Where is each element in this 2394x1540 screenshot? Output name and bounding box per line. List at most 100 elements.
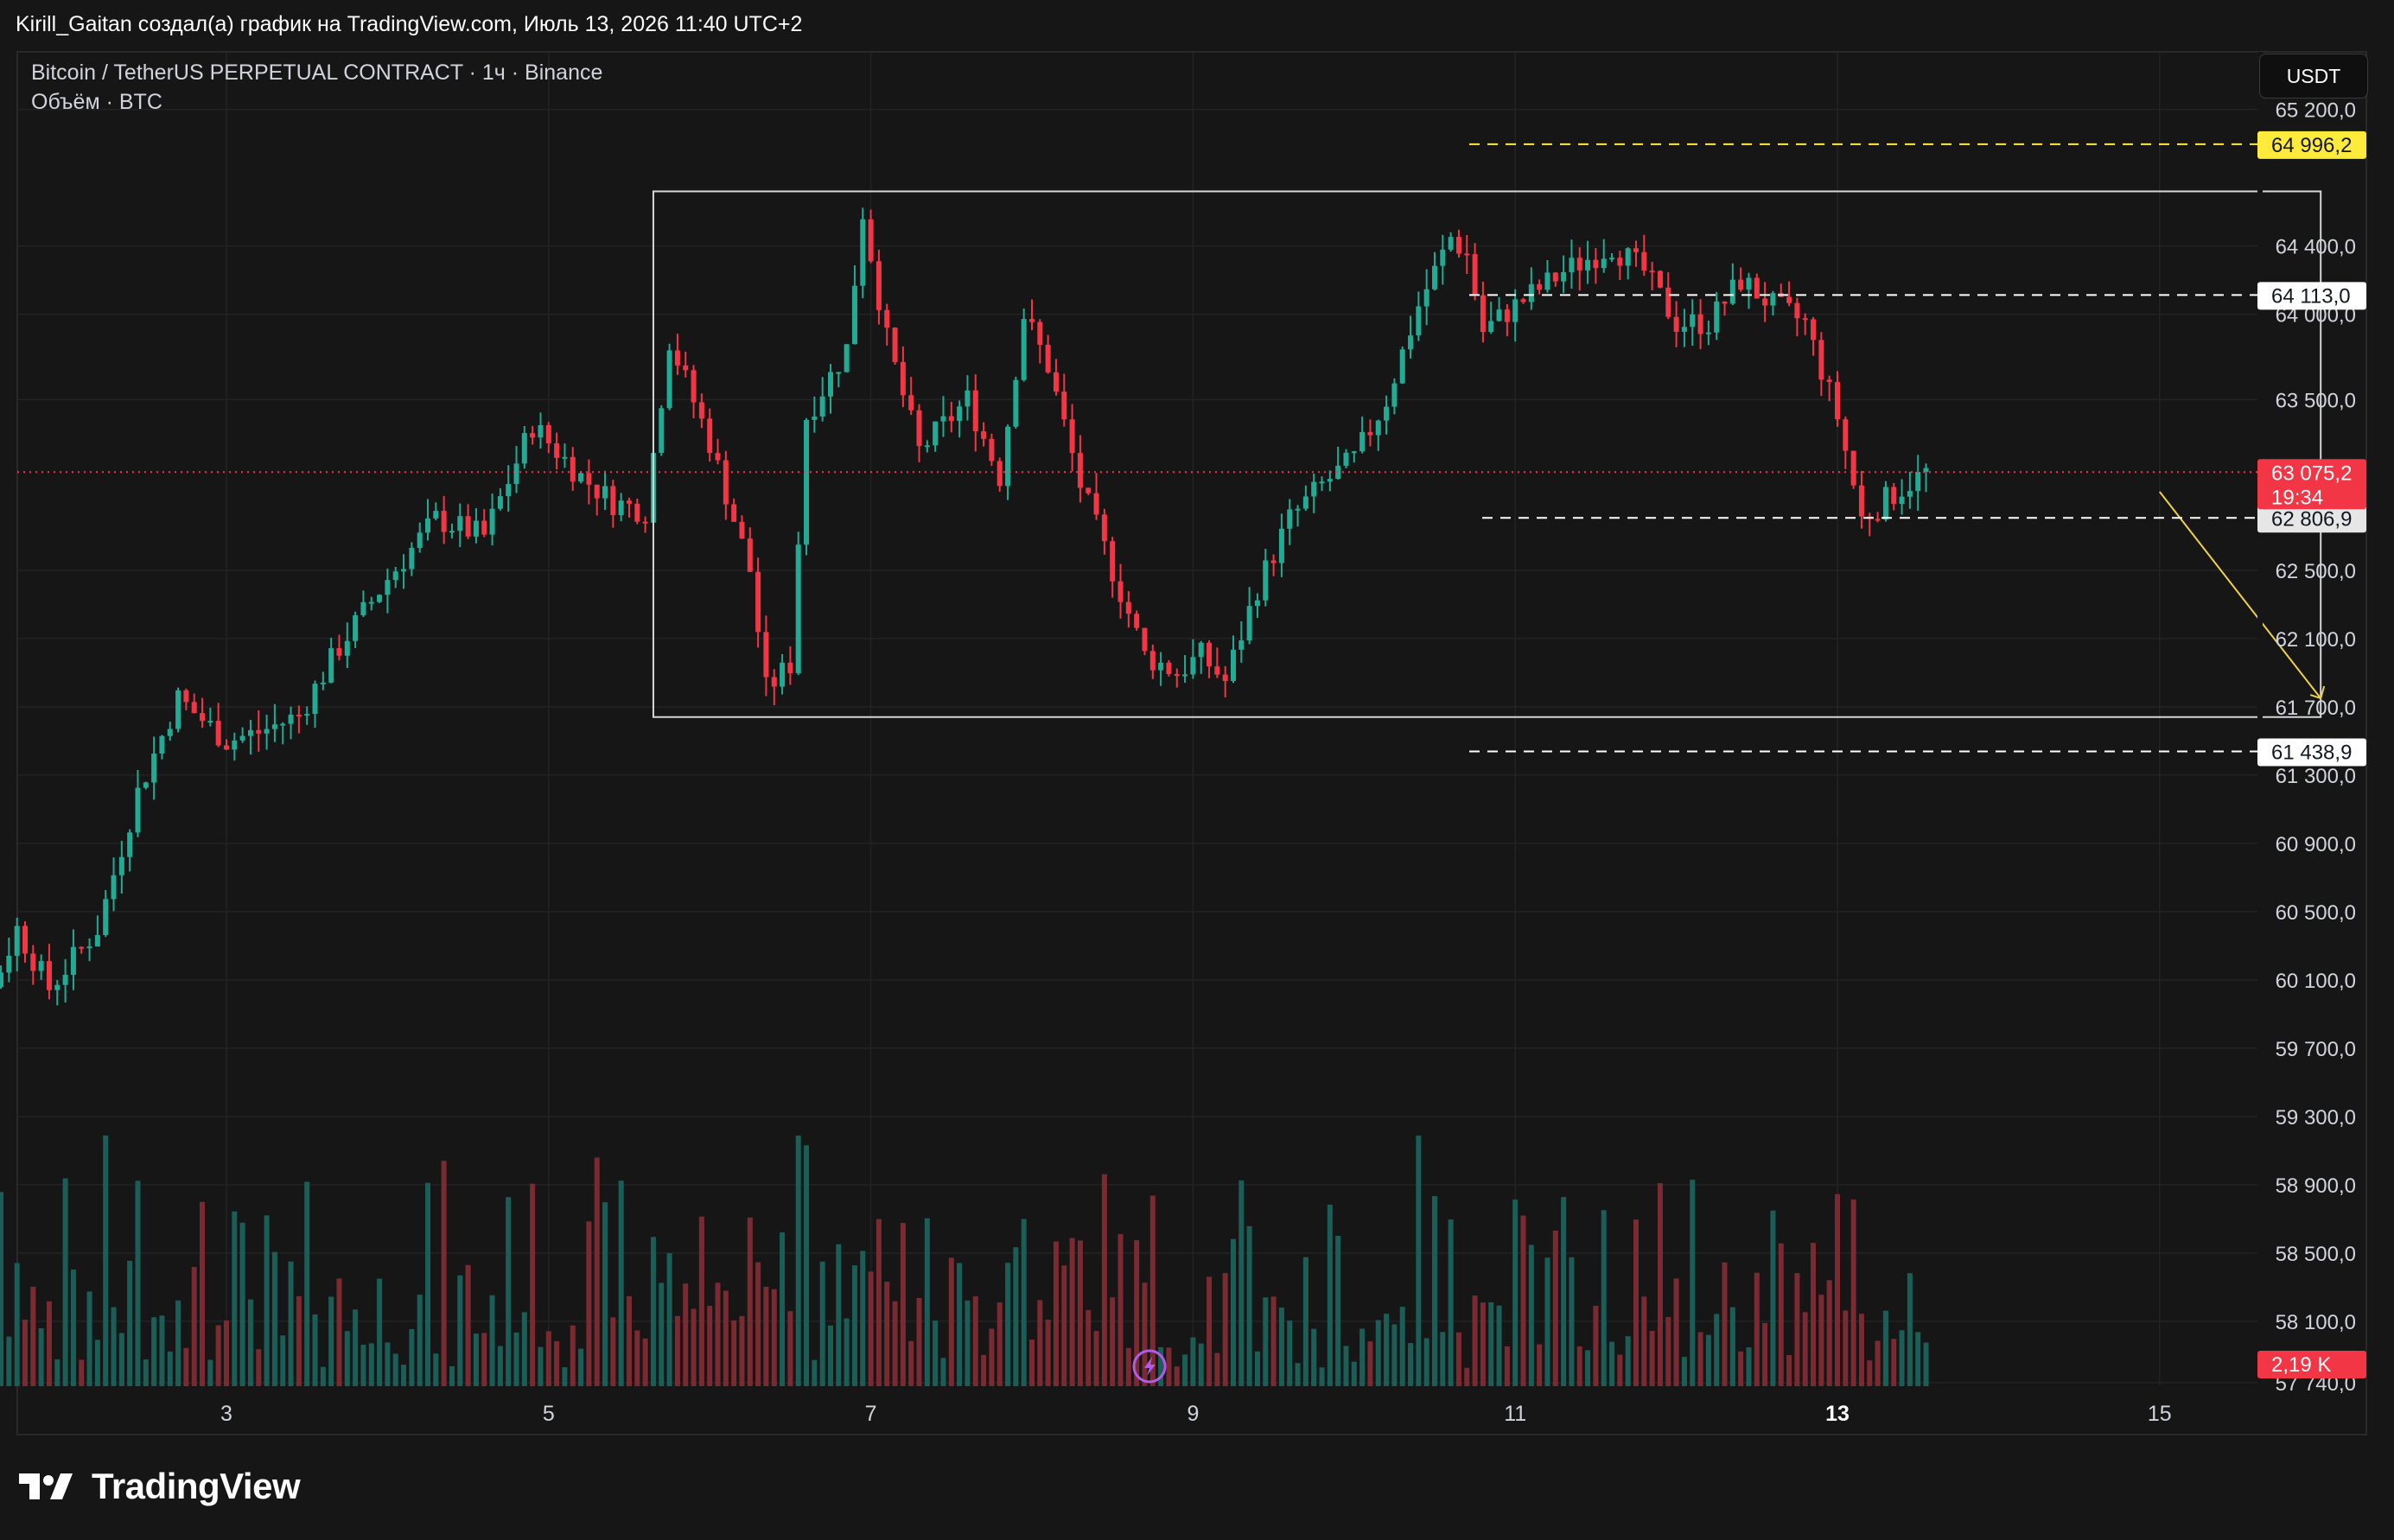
candle-body-220: [1690, 314, 1696, 328]
volume-bar-204: [1561, 1197, 1567, 1386]
volume-indicator-title[interactable]: Объём · BTC: [31, 90, 162, 115]
price-level-badge-3-text-0: 61 438,9: [2271, 741, 2352, 764]
volume-bar-126: [933, 1320, 939, 1386]
volume-bar-18: [62, 1178, 68, 1386]
candle-body-25: [118, 856, 124, 875]
candle-body-49: [312, 684, 318, 715]
candle-body-22: [94, 935, 100, 947]
candle-body-201: [1537, 283, 1543, 290]
volume-bar-206: [1576, 1346, 1582, 1386]
candle-body-68: [465, 516, 471, 537]
candle-body-170: [1287, 509, 1293, 529]
candle-body-151: [1134, 614, 1140, 628]
candle-body-194: [1480, 295, 1486, 333]
candle-body-112: [819, 396, 825, 417]
volume-bar-47: [296, 1295, 302, 1386]
volume-bar-93: [666, 1253, 672, 1386]
volume-bar-213: [1633, 1219, 1639, 1386]
last-price-badge: 63 075,219:34: [2257, 459, 2366, 510]
volume-bar-63: [425, 1182, 430, 1386]
candle-body-192: [1464, 253, 1470, 256]
volume-bar-78: [545, 1331, 551, 1386]
price-tick-2: 65 200,0: [2276, 99, 2356, 123]
volume-bar-86: [610, 1317, 616, 1386]
candle-body-141: [1053, 372, 1059, 392]
volume-bar-200: [1528, 1244, 1534, 1386]
candle-body-239: [1843, 419, 1849, 451]
candle-body-203: [1552, 272, 1558, 282]
volume-bar-41: [247, 1299, 253, 1386]
volume-bar-203: [1552, 1230, 1558, 1386]
candle-body-46: [288, 714, 294, 724]
volume-bar-130: [965, 1300, 971, 1386]
candle-body-10: [0, 972, 4, 988]
candle-body-47: [296, 714, 302, 716]
candle-body-235: [1811, 319, 1817, 340]
volume-bar-143: [1069, 1238, 1075, 1386]
candle-body-81: [570, 456, 576, 482]
volume-bar-249: [1923, 1342, 1929, 1386]
candle-body-213: [1633, 248, 1639, 252]
candle-body-16: [46, 961, 52, 990]
volume-bar-202: [1544, 1257, 1550, 1386]
volume-bar-208: [1593, 1305, 1599, 1386]
volume-bar-10: [0, 1192, 4, 1386]
candle-body-241: [1858, 485, 1864, 517]
candle-body-142: [1061, 391, 1067, 420]
volume-bar-32: [175, 1300, 181, 1386]
candle-body-119: [875, 261, 882, 310]
candle-body-35: [200, 713, 206, 722]
price-tick-7: 62 100,0: [2276, 628, 2356, 652]
candle-body-243: [1875, 519, 1881, 521]
price-chart[interactable]: 66 800,066 000,065 200,064 400,064 000,0…: [0, 0, 2394, 1540]
candle-body-189: [1440, 249, 1446, 266]
candle-body-90: [642, 521, 648, 524]
volume-bar-195: [1488, 1301, 1494, 1386]
candle-body-17: [54, 984, 60, 990]
volume-bar-40: [239, 1222, 245, 1386]
candle-body-89: [634, 503, 640, 522]
candle-body-111: [812, 417, 818, 420]
candle-body-137: [1021, 319, 1027, 380]
volume-bar-114: [836, 1244, 842, 1386]
candle-body-14: [30, 953, 36, 971]
time-tick-3: 9: [1187, 1402, 1199, 1426]
volume-bar-219: [1681, 1357, 1687, 1386]
volume-bar-246: [1899, 1330, 1905, 1386]
candle-body-23: [103, 899, 109, 936]
volume-bar-152: [1142, 1282, 1148, 1386]
volume-bar-17: [54, 1359, 60, 1386]
candle-body-212: [1625, 248, 1631, 266]
volume-bar-33: [183, 1347, 189, 1386]
candle-body-96: [691, 370, 697, 403]
price-level-badge-2-text-0: 62 806,9: [2271, 507, 2352, 531]
candle-body-37: [215, 721, 221, 746]
candle-body-183: [1391, 383, 1398, 407]
candle-body-147: [1101, 514, 1107, 542]
brand-logo[interactable]: TradingView: [19, 1466, 301, 1507]
volume-bar-65: [441, 1161, 447, 1386]
volume-badge: 2,19 K: [2257, 1351, 2366, 1378]
candle-body-86: [610, 486, 616, 516]
candle-body-173: [1311, 481, 1317, 497]
candle-body-237: [1826, 379, 1832, 383]
volume-bar-55: [360, 1345, 366, 1386]
symbol-title[interactable]: Bitcoin / TetherUS PERPETUAL CONTRACT · …: [31, 60, 602, 86]
volume-bar-163: [1231, 1238, 1236, 1386]
candle-body-58: [385, 580, 391, 595]
candle-body-206: [1576, 258, 1582, 270]
candle-body-155: [1166, 662, 1172, 675]
volume-bar-192: [1464, 1367, 1470, 1386]
candle-body-198: [1512, 299, 1519, 322]
volume-bar-23: [103, 1136, 109, 1386]
volume-bar-81: [570, 1325, 576, 1386]
volume-bar-132: [981, 1354, 987, 1386]
volume-bar-124: [916, 1297, 922, 1386]
volume-bar-243: [1875, 1340, 1881, 1386]
volume-bar-127: [940, 1358, 946, 1386]
candle-body-207: [1585, 259, 1591, 270]
volume-bar-103: [747, 1217, 753, 1386]
currency-button[interactable]: USDT: [2259, 54, 2368, 99]
candle-body-88: [627, 500, 632, 504]
candle-body-196: [1496, 309, 1502, 321]
